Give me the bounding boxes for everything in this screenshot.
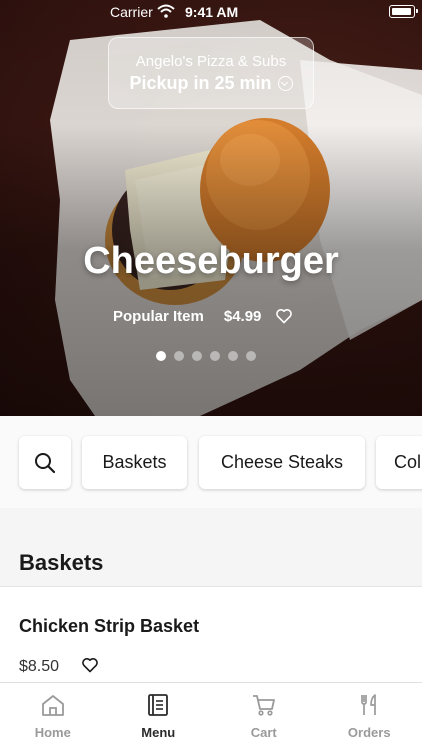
wifi-icon [157,4,175,18]
category-chip-col[interactable]: Col [376,436,422,489]
carrier-label: Carrier [110,4,153,20]
clock-time: 9:41 AM [185,4,239,20]
pickup-time: Pickup in 25 min [129,73,293,94]
hero-banner[interactable]: Carrier 9:41 AM Angelo's Pizza & Subs Pi… [0,0,422,416]
search-button[interactable] [19,436,71,489]
page-dot[interactable] [246,351,256,361]
popular-badge: Popular Item [113,307,204,325]
battery-icon [389,5,418,18]
carousel-pagination[interactable] [156,351,256,361]
tab-label: Orders [347,725,391,740]
menu-item-name: Chicken Strip Basket [19,616,200,636]
page-dot[interactable] [210,351,220,361]
category-chip-baskets[interactable]: Baskets [82,436,187,489]
menu-item-price: $8.50 [19,658,60,675]
category-chip-cheese-steaks[interactable]: Cheese Steaks [199,436,365,489]
page-dot[interactable] [174,351,184,361]
page-dot[interactable] [192,351,202,361]
heart-icon[interactable] [81,657,99,673]
tab-label: Home [34,725,71,740]
page-dot[interactable] [156,351,166,361]
pickup-time-label: Pickup in 25 min [129,73,272,93]
status-bar: Carrier 9:41 AM [0,0,422,24]
cart-icon [252,695,275,716]
tab-label: Cart [250,725,277,740]
category-bar[interactable]: Baskets Cheese Steaks Col [0,416,422,508]
tab-bar: Home Menu Cart Orders [0,682,422,750]
menu-book-icon [148,694,169,716]
home-icon [41,695,64,716]
restaurant-name: Angelo's Pizza & Subs [135,53,287,70]
tab-cart[interactable]: Cart [211,683,317,750]
location-pickup-selector[interactable]: Angelo's Pizza & Subs Pickup in 25 min [108,37,314,109]
tab-label: Menu [141,725,176,740]
chevron-down-circle-icon [277,76,293,91]
featured-item-meta: Popular Item $4.99 [113,305,293,327]
tab-orders[interactable]: Orders [317,683,422,750]
featured-item-price: $4.99 [223,307,262,325]
page-dot[interactable] [228,351,238,361]
heart-icon[interactable] [275,308,293,324]
section-title: Baskets [19,550,104,575]
featured-item-title: Cheeseburger [83,240,339,282]
tab-home[interactable]: Home [0,683,106,750]
fork-knife-icon [361,694,377,715]
tab-menu[interactable]: Menu [106,683,212,750]
menu-item-row[interactable]: Chicken Strip Basket $8.50 [0,587,422,682]
search-icon [35,452,56,473]
